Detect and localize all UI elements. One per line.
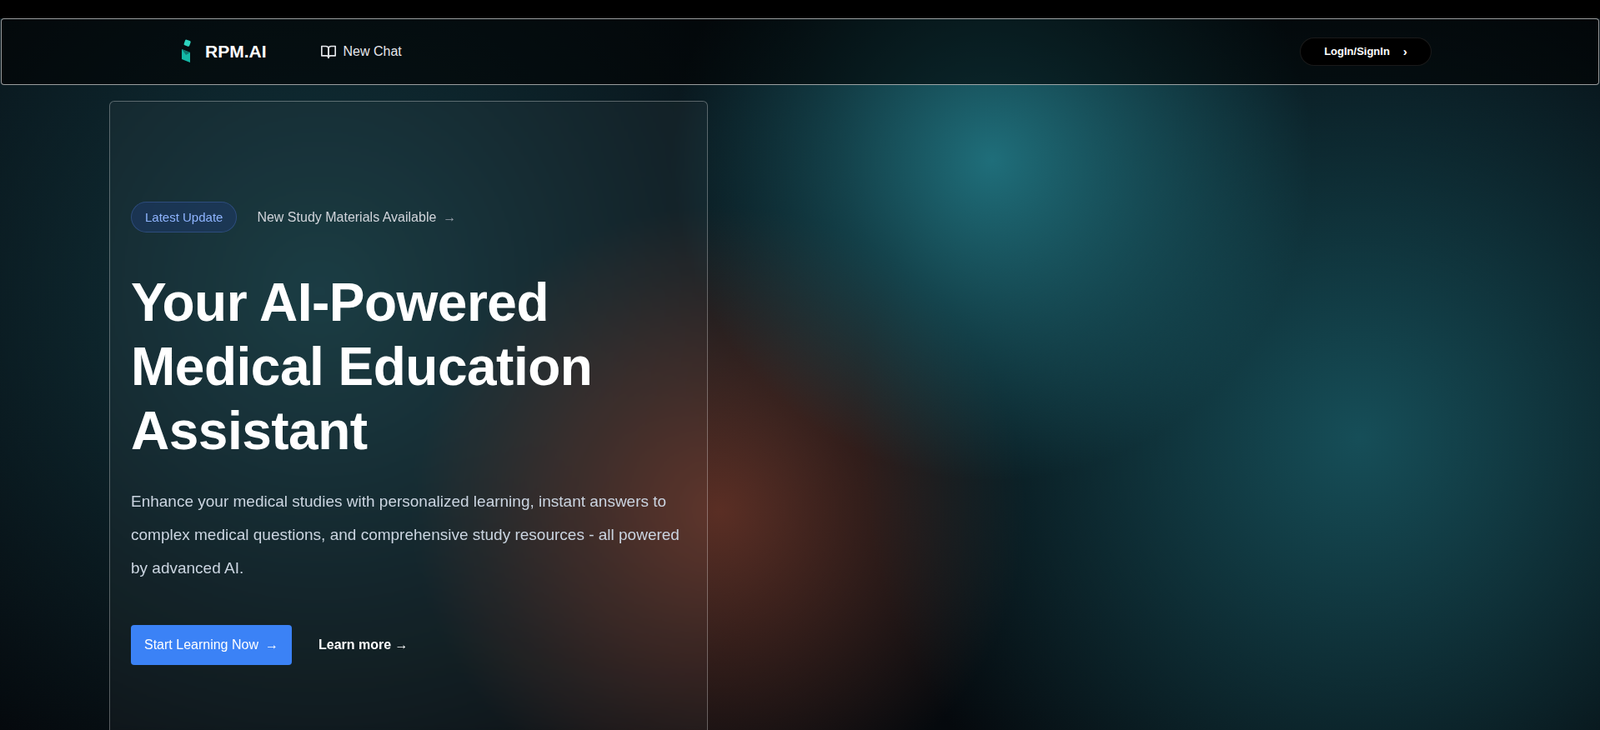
arrow-icon: → [265, 635, 279, 656]
login-button[interactable]: LogIn/SignIn› [1299, 37, 1432, 66]
page: RPM.AI New Chat LogIn/SignIn› Latest Update… [0, 0, 1600, 730]
badge: Latest Update [130, 201, 237, 233]
top-strip [0, 0, 1600, 19]
logo[interactable]: RPM.AI [178, 38, 267, 66]
arrow-icon: → [442, 207, 457, 228]
nav: New Chat [320, 41, 402, 62]
chevron-icon: › [1403, 42, 1408, 62]
header-bar: RPM.AI New Chat LogIn/SignIn› [0, 18, 1600, 86]
banner-text: New Study Materials Available→ [256, 207, 457, 228]
hero-title: Your AI-PoweredMedical EducationAssistan… [130, 270, 683, 464]
hero-card: Latest Update New Study Materials Availab… [109, 100, 708, 730]
hero-description: Enhance your medical studies with person… [130, 485, 682, 586]
book-icon [320, 44, 337, 60]
logo-text: RPM.AI [205, 38, 267, 66]
update-banner[interactable]: Latest Update New Study Materials Availab… [130, 201, 683, 233]
nav-link[interactable]: New Chat [320, 41, 402, 62]
learn-more-button[interactable]: Learn more → [318, 635, 409, 656]
cta-row: Start Learning Now→ Learn more → [130, 625, 683, 666]
logo-icon [178, 39, 196, 65]
start-learning-button[interactable]: Start Learning Now→ [130, 625, 292, 666]
